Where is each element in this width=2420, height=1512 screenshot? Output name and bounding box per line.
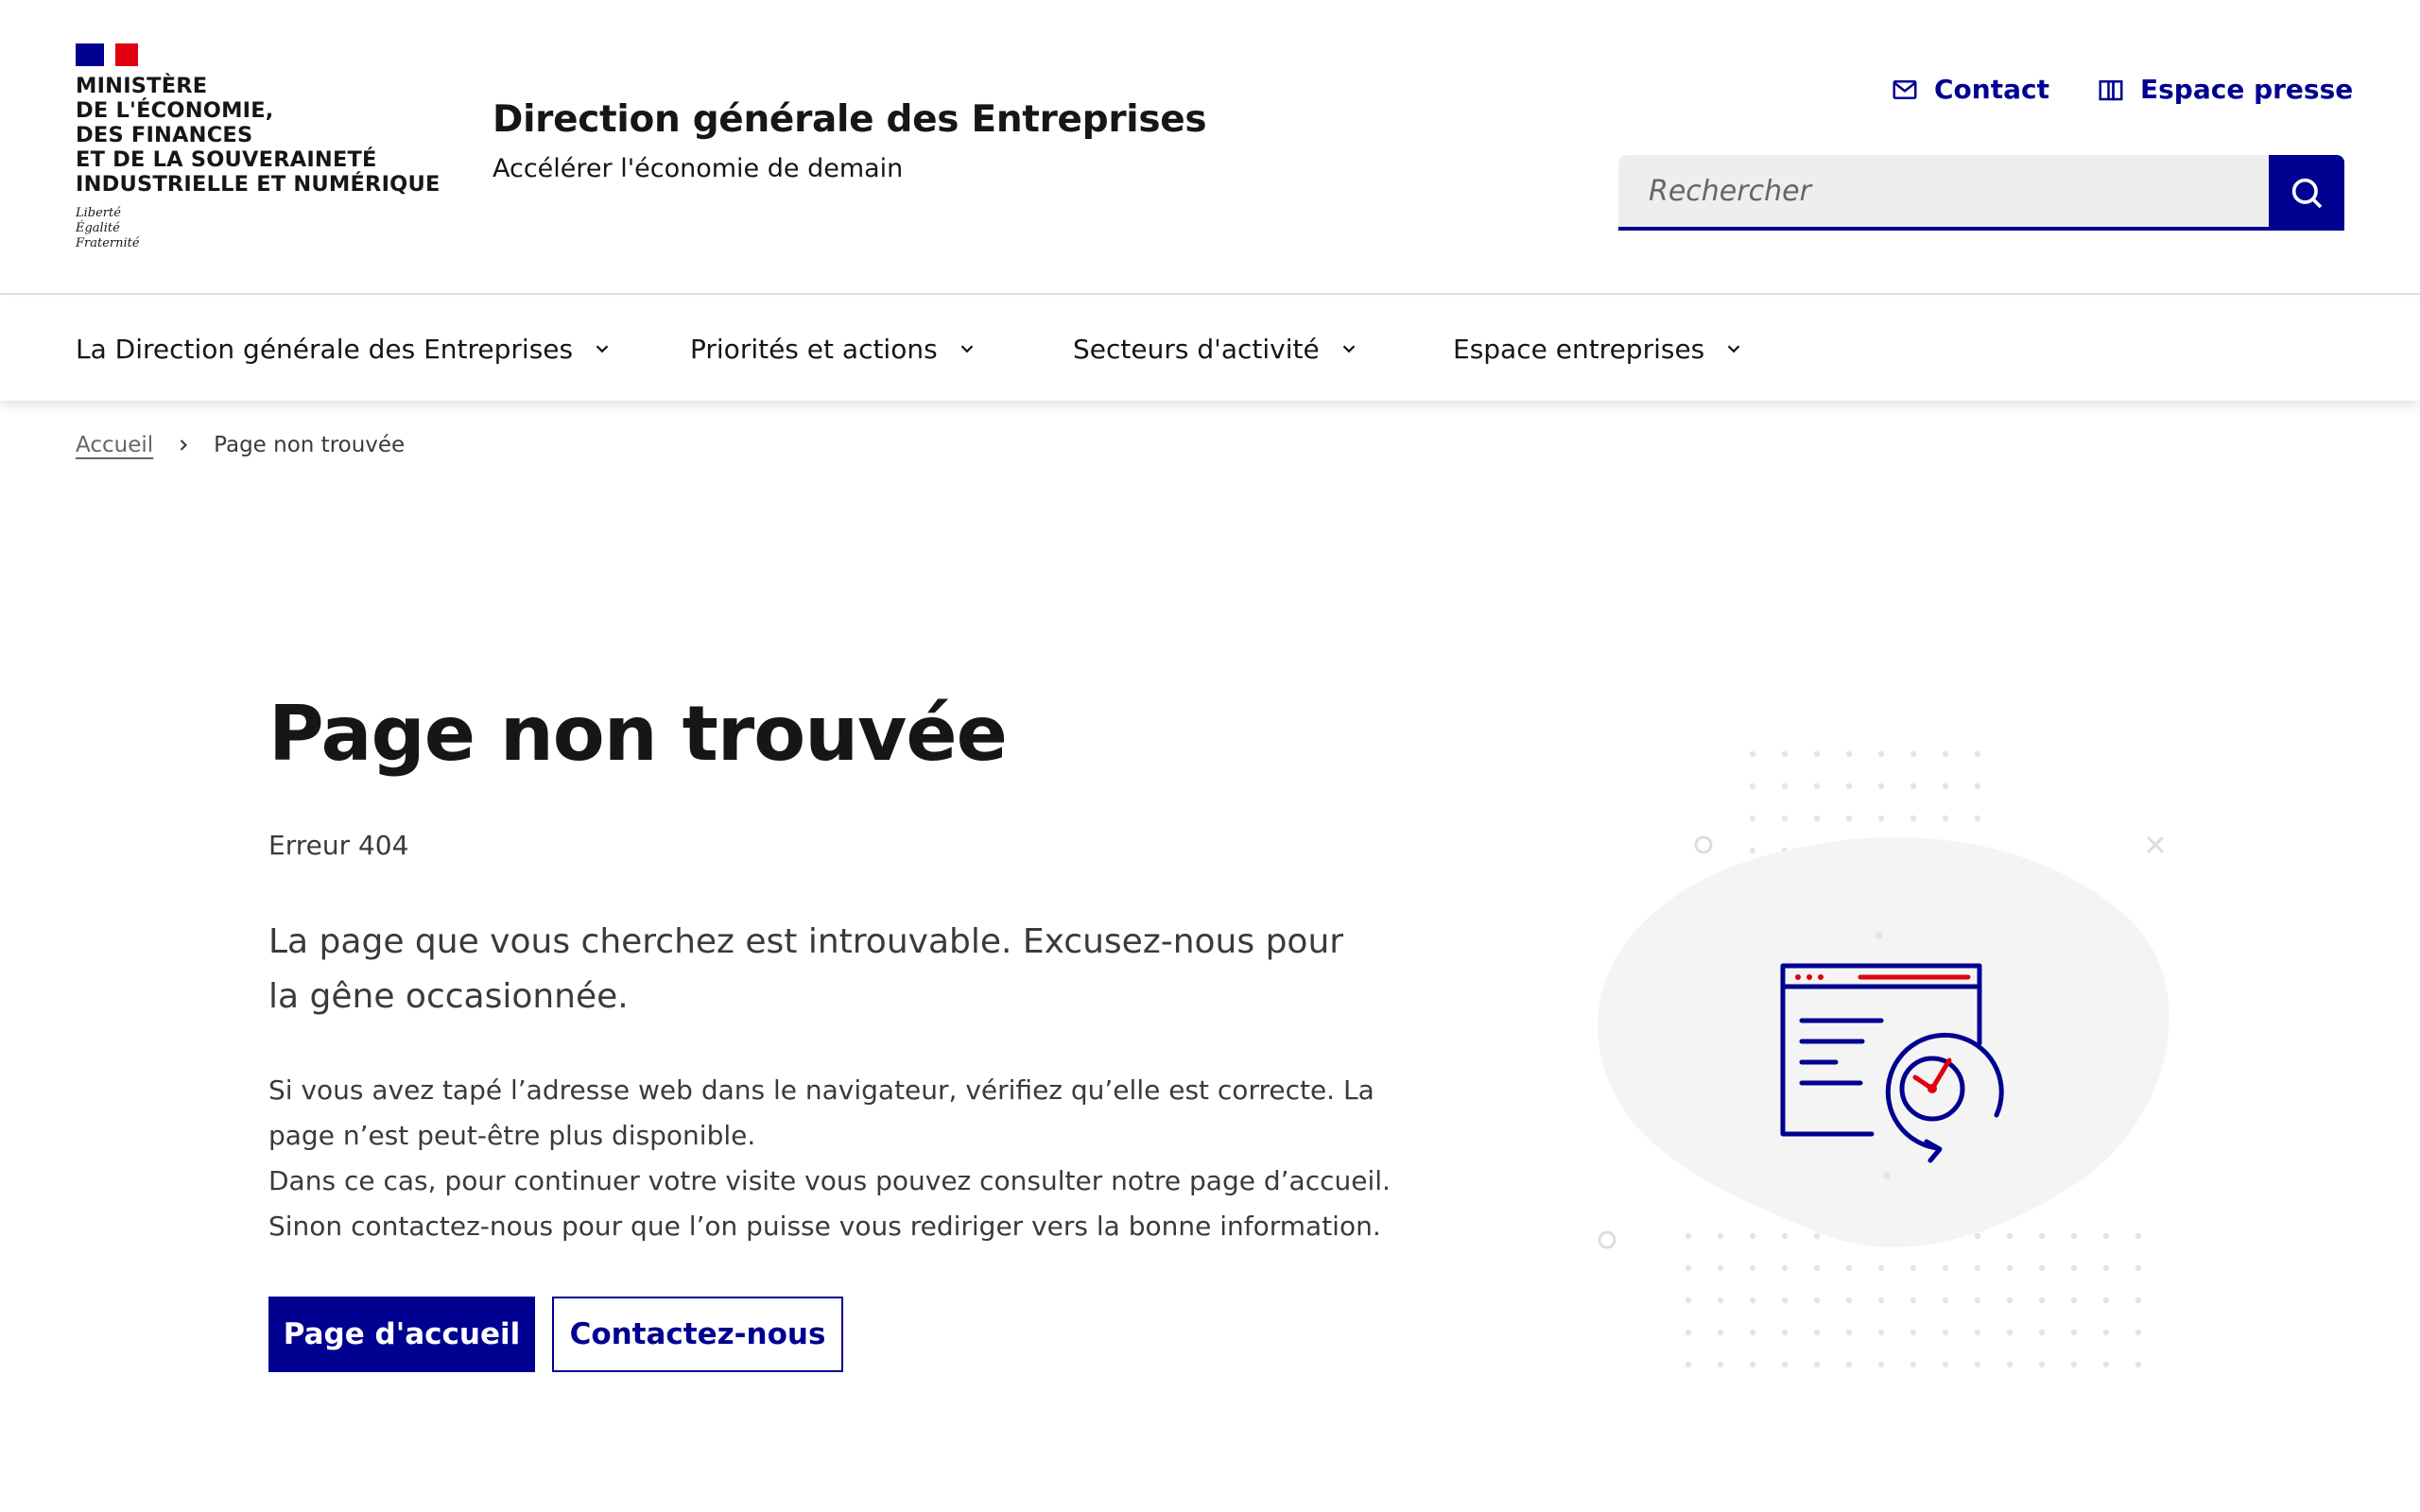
service-title[interactable]: Direction générale des Entreprises — [493, 98, 1207, 141]
book-icon — [2099, 79, 2123, 100]
nav-item-secteurs[interactable]: Secteurs d'activité — [1073, 297, 1359, 401]
illustration-blob — [1598, 836, 2169, 1247]
page-title: Page non trouvée — [268, 690, 1008, 778]
breadcrumb-home-link[interactable]: Accueil — [76, 433, 153, 457]
chevron-down-icon — [1342, 345, 1355, 353]
browser-clock-illustration — [1598, 730, 2169, 1380]
press-link[interactable]: Espace presse — [2097, 74, 2353, 105]
nav-item-label: Secteurs d'activité — [1073, 333, 1320, 365]
ministry-name: Ministère de l'économie, des finances et… — [76, 74, 441, 197]
service-block: Direction générale des Entreprises Accél… — [493, 98, 1207, 183]
contact-us-button[interactable]: Contactez-nous — [552, 1297, 843, 1372]
service-tagline: Accélérer l'économie de demain — [493, 154, 904, 183]
site-header: Ministère de l'économie, des finances et… — [0, 0, 2420, 295]
nav-item-direction[interactable]: La Direction générale des Entreprises — [76, 297, 613, 401]
contact-link[interactable]: Contact — [1891, 74, 2049, 105]
nav-item-label: Espace entreprises — [1453, 333, 1705, 365]
chevron-down-icon — [1727, 345, 1740, 353]
help-text: Si vous avez tapé l’adresse web dans le … — [268, 1068, 1403, 1249]
help-paragraph: Sinon contactez-nous pour que l’on puiss… — [268, 1211, 1381, 1242]
deco-cross — [2146, 835, 2165, 854]
ministry-logo[interactable]: Ministère de l'économie, des finances et… — [76, 43, 454, 251]
dot-grid-bottom — [1666, 1228, 2157, 1380]
nav-item-label: Priorités et actions — [690, 333, 938, 365]
home-page-button[interactable]: Page d'accueil — [268, 1297, 535, 1372]
help-paragraph: Dans ce cas, pour continuer votre visite… — [268, 1165, 1391, 1196]
chevron-down-icon — [596, 345, 609, 353]
marianne-flag-icon — [76, 43, 138, 66]
main-navigation: La Direction générale des Entreprises Pr… — [0, 297, 2420, 401]
press-label: Espace presse — [2140, 74, 2354, 105]
chevron-down-icon — [960, 345, 973, 353]
search-button[interactable] — [2269, 155, 2344, 231]
deco-dot — [1876, 932, 1883, 939]
nav-item-label: La Direction générale des Entreprises — [76, 333, 574, 365]
breadcrumb-current: Page non trouvée — [214, 433, 406, 457]
lead-text: La page que vous cherchez est introuvabl… — [268, 922, 1344, 1016]
help-paragraph: Si vous avez tapé l’adresse web dans le … — [268, 1074, 1374, 1151]
chevron-right-icon — [180, 439, 188, 451]
breadcrumb: Accueil Page non trouvée — [76, 433, 405, 457]
deco-circle — [1694, 835, 1713, 854]
republic-motto: Liberté Égalité Fraternité — [76, 206, 140, 250]
contact-label: Contact — [1934, 74, 2049, 105]
error-code: Erreur 404 — [268, 830, 409, 861]
search-bar — [1618, 155, 2344, 231]
mail-icon — [1893, 79, 1917, 99]
search-icon — [2291, 178, 2323, 209]
deco-dot — [1883, 1172, 1891, 1179]
nav-item-priorites[interactable]: Priorités et actions — [690, 297, 977, 401]
nav-item-espace-entreprises[interactable]: Espace entreprises — [1453, 297, 1744, 401]
deco-circle — [1598, 1230, 1616, 1249]
search-input[interactable] — [1618, 155, 2269, 231]
